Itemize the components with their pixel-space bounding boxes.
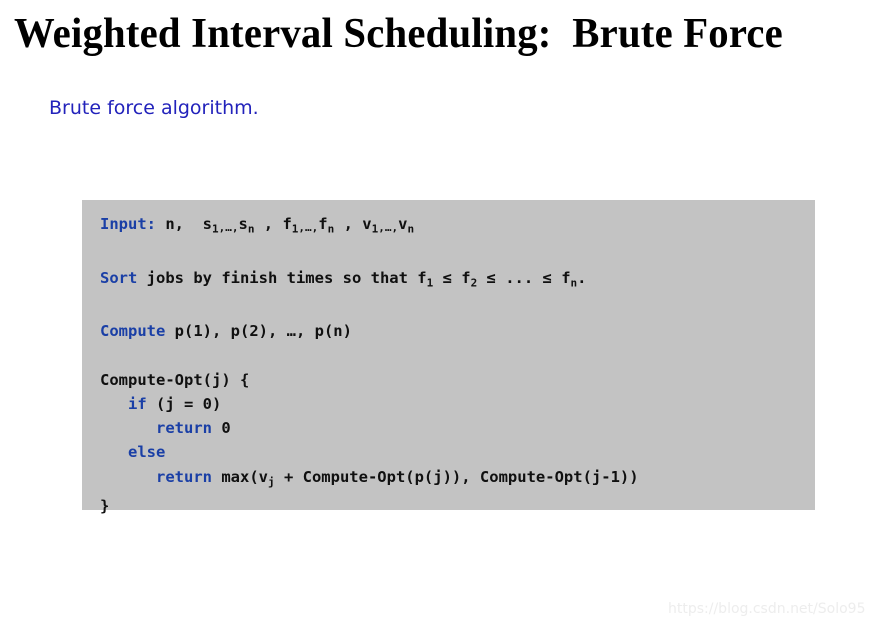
code-line-return-max: return max(vj + Compute-Opt(p(j)), Compu… (100, 465, 815, 495)
bullet-text: Brute force algorithm. (49, 97, 259, 119)
code-text: n, s (156, 215, 212, 233)
code-text: . (577, 268, 587, 287)
code-line-if: if (j = 0) (100, 392, 815, 416)
code-text: ≤ f (433, 268, 471, 287)
code-text: 0 (212, 419, 231, 438)
watermark: https://blog.csdn.net/Solo95 (668, 601, 866, 617)
keyword-return: return (156, 467, 212, 486)
code-line-function-open: Compute-Opt(j) { (100, 370, 250, 389)
code-text: f (318, 215, 328, 233)
subscript: 1 (212, 222, 219, 236)
code-line-compute-p: Compute p(1), p(2), …, p(n) (100, 319, 815, 343)
keyword-else: else (128, 443, 166, 462)
code-line-input: Input: n, s1,…,sn , f1,…,fn , v1,…,vn (100, 212, 815, 242)
subscript: n (407, 222, 415, 236)
code-text: s (238, 215, 248, 233)
ellipsis: ,…, (378, 220, 399, 234)
keyword-if: if (128, 395, 147, 414)
code-line-function-close: } (100, 497, 110, 516)
keyword-return: return (156, 419, 212, 438)
pseudocode-block: Input: n, s1,…,sn , f1,…,fn , v1,…,vn So… (82, 200, 815, 515)
code-text: jobs by finish times so that f (137, 268, 427, 287)
keyword-compute: Compute (100, 322, 166, 341)
code-text: , f (254, 215, 292, 233)
subscript: j (268, 474, 275, 488)
ellipsis: ,…, (298, 220, 319, 234)
code-text: + Compute-Opt(p(j)), Compute-Opt(j-1)) (274, 467, 639, 486)
code-text: (j = 0) (146, 395, 222, 414)
code-text: , v (334, 215, 372, 233)
code-line-else: else (100, 440, 815, 464)
code-text: p(1), p(2), …, p(n) (165, 322, 352, 341)
ellipsis: ,…, (218, 220, 239, 234)
code-text: max(v (212, 467, 268, 486)
slide-canvas: Weighted Interval Scheduling: Brute Forc… (0, 0, 871, 627)
keyword-input: Input: (100, 215, 156, 233)
code-line-return-zero: return 0 (100, 416, 815, 440)
page-title: Weighted Interval Scheduling: Brute Forc… (14, 11, 783, 57)
code-line-sort: Sort jobs by finish times so that f1 ≤ f… (100, 266, 815, 296)
keyword-sort: Sort (100, 268, 138, 287)
code-text: ≤ ... ≤ f (477, 268, 571, 287)
